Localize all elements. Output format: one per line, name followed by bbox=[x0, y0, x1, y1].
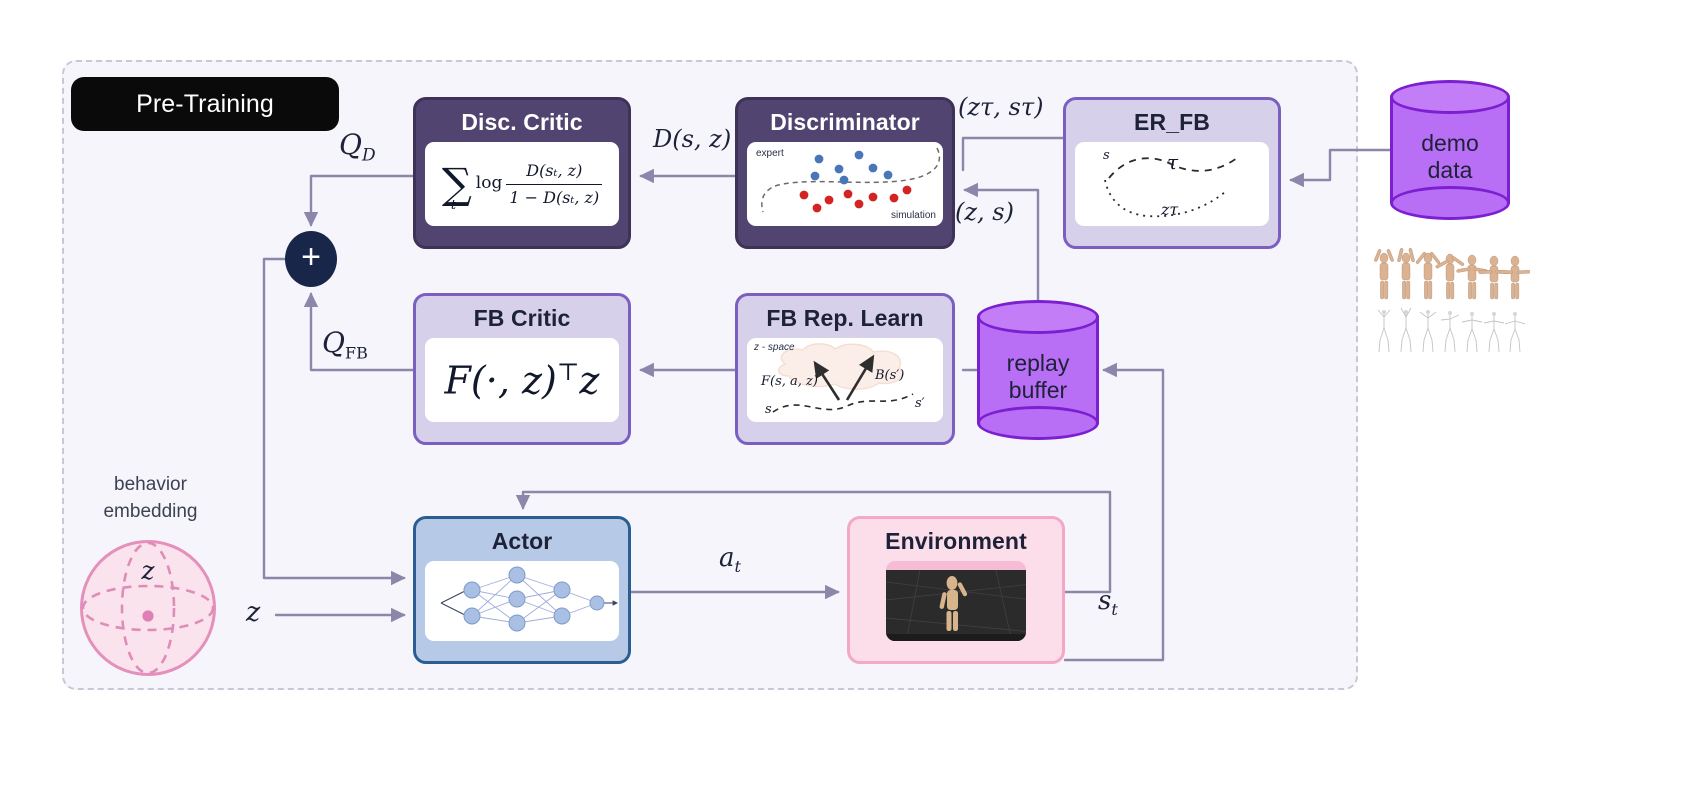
disc-critic-fraction: D(sₜ, z) 1 − D(sₜ, z) bbox=[506, 159, 603, 208]
edge-label-z-s: (z, s) bbox=[955, 198, 1014, 226]
node-fb-rep-learn-title: FB Rep. Learn bbox=[766, 305, 924, 331]
fb-formula-transpose: ⊤ bbox=[556, 357, 580, 386]
diagram-canvas: Pre-Training Disc. Critic ∑ t log D(sₜ, … bbox=[0, 0, 1696, 810]
er-fb-label-z-tau: zτ bbox=[1161, 200, 1179, 219]
cylinder-replay-buffer[interactable]: replay buffer bbox=[977, 300, 1099, 440]
environment-simulation-view bbox=[886, 561, 1026, 641]
edge-label-z-tau-s-tau: (zτ, sτ) bbox=[958, 93, 1044, 121]
node-fb-critic-title: FB Critic bbox=[473, 305, 571, 331]
fb-rep-label-s-prime: s′ bbox=[915, 396, 925, 411]
node-er-fb-title: ER_FB bbox=[1134, 109, 1210, 135]
cylinder-demo-data[interactable]: demo data bbox=[1390, 80, 1510, 220]
demo-data-label: demo data bbox=[1390, 130, 1510, 183]
actor-network-sketch bbox=[425, 561, 619, 641]
demo-data-label-line2: data bbox=[1427, 156, 1473, 183]
node-fb-rep-learn[interactable]: FB Rep. Learn z - space F(s, a, z) B(s′)… bbox=[735, 293, 955, 445]
fb-rep-label-s: s bbox=[765, 402, 772, 417]
replay-buffer-label-line2: buffer bbox=[1008, 376, 1068, 403]
edge-label-z-input: z bbox=[246, 597, 261, 628]
pre-training-title: Pre-Training bbox=[71, 77, 339, 131]
fb-formula-main: F(·, z) bbox=[444, 358, 557, 403]
node-actor-title: Actor bbox=[491, 528, 553, 554]
edge-label-d-s-z: D(s, z) bbox=[653, 125, 732, 153]
node-discriminator[interactable]: Discriminator expert simulation bbox=[735, 97, 955, 249]
fb-critic-formula-area: F(·, z)⊤z bbox=[425, 338, 619, 422]
node-disc-critic[interactable]: Disc. Critic ∑ t log D(sₜ, z) 1 − D(sₜ, … bbox=[413, 97, 631, 249]
fb-rep-label-z-space: z - space bbox=[754, 342, 795, 353]
sphere-z-symbol: z bbox=[141, 556, 155, 585]
fb-formula-tail: z bbox=[579, 358, 600, 403]
fb-rep-learn-sketch: z - space F(s, a, z) B(s′) s s′ bbox=[747, 338, 943, 422]
sigma-icon: ∑ t bbox=[441, 159, 472, 214]
motion-capture-strip bbox=[1372, 244, 1531, 359]
fb-critic-formula: F(·, z)⊤z bbox=[445, 358, 600, 403]
log-operator: log bbox=[475, 173, 503, 193]
demo-data-label-line1: demo bbox=[1421, 130, 1479, 156]
node-er-fb[interactable]: ER_FB s τ zτ bbox=[1063, 97, 1281, 249]
sum-node[interactable]: + bbox=[285, 231, 337, 287]
node-environment[interactable]: Environment bbox=[847, 516, 1065, 664]
node-disc-critic-title: Disc. Critic bbox=[461, 109, 583, 135]
replay-buffer-bottom bbox=[977, 406, 1099, 440]
sigma-subscript: t bbox=[450, 198, 457, 214]
fb-rep-label-B: B(s′) bbox=[875, 368, 905, 383]
edge-label-a-t: at bbox=[719, 543, 741, 577]
behavior-embedding-caption: behavior embedding bbox=[78, 472, 223, 526]
behavior-embedding-sphere[interactable]: z bbox=[80, 540, 216, 676]
demo-data-bottom bbox=[1390, 186, 1510, 220]
node-actor[interactable]: Actor bbox=[413, 516, 631, 664]
fraction-numerator: D(sₜ, z) bbox=[506, 159, 603, 185]
node-environment-title: Environment bbox=[885, 528, 1027, 554]
edge-label-s-t: st bbox=[1098, 586, 1118, 620]
discriminator-scatter-plot: expert simulation bbox=[747, 142, 943, 226]
behavior-embedding-caption-line2: embedding bbox=[103, 500, 198, 522]
fraction-denominator: 1 − D(sₜ, z) bbox=[509, 187, 600, 207]
disc-critic-formula-area: ∑ t log D(sₜ, z) 1 − D(sₜ, z) bbox=[425, 142, 619, 226]
replay-buffer-label: replay buffer bbox=[977, 350, 1099, 403]
er-fb-trajectory-sketch: s τ zτ bbox=[1075, 142, 1269, 226]
er-fb-label-tau: τ bbox=[1167, 150, 1179, 174]
node-discriminator-title: Discriminator bbox=[770, 109, 920, 135]
replay-buffer-top bbox=[977, 300, 1099, 334]
behavior-embedding-caption-line1: behavior bbox=[114, 474, 187, 495]
plus-icon: + bbox=[301, 238, 321, 276]
node-fb-critic[interactable]: FB Critic F(·, z)⊤z bbox=[413, 293, 631, 445]
edge-label-q-d: QD bbox=[339, 128, 376, 166]
edge-label-q-fb: QFB bbox=[322, 326, 368, 363]
demo-data-top bbox=[1390, 80, 1510, 114]
replay-buffer-label-line1: replay bbox=[1006, 350, 1070, 376]
er-fb-label-s: s bbox=[1103, 148, 1110, 163]
fb-rep-label-F: F(s, a, z) bbox=[761, 374, 818, 389]
